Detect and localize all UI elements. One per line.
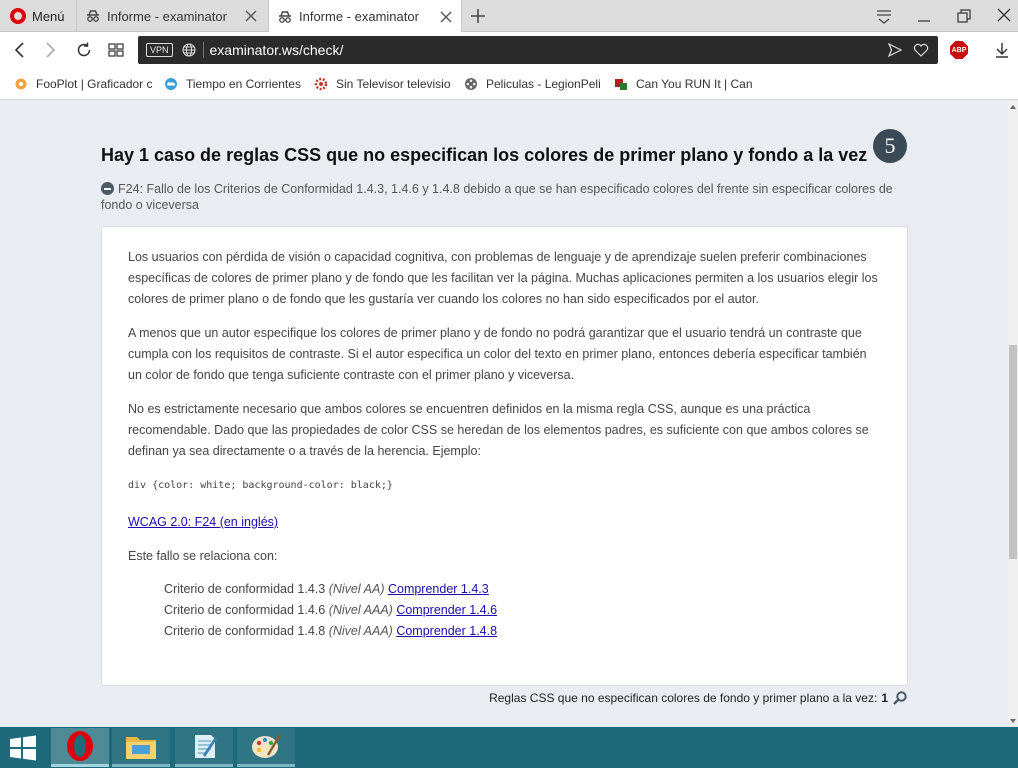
page-title: Hay 1 caso de reglas CSS que no especifi… (101, 145, 868, 165)
speed-dial-icon[interactable] (106, 40, 126, 60)
tab-informe-1[interactable]: Informe - examinator (76, 0, 266, 32)
back-icon[interactable] (10, 40, 30, 60)
url-separator (202, 42, 204, 58)
taskbar-paint[interactable] (237, 728, 295, 767)
wcag-link[interactable]: WCAG 2.0: F24 (en inglés) (128, 515, 278, 529)
restore-icon[interactable] (953, 6, 975, 26)
address-bar[interactable]: VPN examinator.ws/check/ (138, 36, 938, 64)
opera-menu-button[interactable]: Menú (0, 0, 74, 32)
tab-menu-icon[interactable] (873, 6, 895, 26)
adblock-plus-icon[interactable]: ABP (950, 41, 968, 59)
scrollbar-thumb[interactable] (1009, 345, 1017, 559)
incognito-icon (87, 10, 99, 22)
incognito-icon (279, 10, 291, 23)
fooplot-icon (15, 78, 27, 89)
failure-summary[interactable]: F24: Fallo de los Criterios de Conformid… (101, 181, 911, 213)
related-intro: Este fallo se relaciona con: (128, 549, 278, 563)
understand-link[interactable]: Comprender 1.4.6 (396, 603, 497, 617)
bookmark-tiempo[interactable]: Tiempo en Corrientes (164, 77, 314, 91)
heart-icon[interactable] (912, 41, 930, 59)
code-example: div {color: white; background-color: bla… (128, 480, 393, 491)
bookmark-label: Sin Televisor televisio (336, 76, 451, 91)
forward-icon[interactable] (40, 40, 60, 60)
url-input[interactable]: examinator.ws/check/ (210, 42, 886, 58)
tab-label: Informe - examinator (107, 8, 227, 24)
tab-label: Informe - examinator (299, 9, 419, 24)
list-item: Criterio de conformidad 1.4.3 (Nivel AA)… (164, 579, 881, 600)
tab-strip: Menú Informe - examinator Informe - exam… (0, 0, 1018, 33)
canyourunit-icon (615, 78, 627, 90)
send-icon[interactable] (886, 41, 904, 59)
list-item: Criterio de conformidad 1.4.8 (Nivel AAA… (164, 621, 881, 642)
details-card: Los usuarios con pérdida de visión o cap… (101, 226, 908, 686)
rule-count-summary: Reglas CSS que no especifican colores de… (400, 690, 908, 706)
criterion-text: Criterio de conformidad 1.4.6 (164, 603, 326, 617)
paragraph: No es estrictamente necesario que ambos … (128, 402, 869, 458)
gear-site-icon (314, 77, 328, 90)
understand-link[interactable]: Comprender 1.4.3 (388, 582, 489, 596)
page-viewport: Hay 1 caso de reglas CSS que no especifi… (0, 101, 1008, 727)
taskbar (0, 727, 1018, 768)
navigation-bar: VPN examinator.ws/check/ ABP (0, 32, 1018, 68)
close-tab-icon[interactable] (244, 9, 258, 23)
notepad-icon (195, 735, 217, 758)
vertical-scrollbar[interactable] (1008, 101, 1018, 727)
count-badge: 5 (873, 129, 907, 163)
scroll-down-icon[interactable] (1009, 717, 1017, 725)
opera-logo-icon (10, 8, 26, 24)
paint-palette-icon (252, 734, 282, 758)
criterion-text: Criterio de conformidad 1.4.8 (164, 624, 326, 638)
taskbar-notepad[interactable] (175, 728, 233, 767)
weather-icon (165, 77, 177, 90)
magnifier-icon[interactable] (892, 690, 908, 706)
minimize-icon[interactable] (913, 6, 935, 26)
opera-taskbar-icon (67, 731, 93, 761)
bookmark-label: FooPlot | Graficador c (36, 76, 153, 91)
criteria-list: Criterio de conformidad 1.4.3 (Nivel AA)… (128, 579, 881, 642)
globe-icon[interactable] (181, 42, 197, 58)
new-tab-icon[interactable] (468, 6, 488, 26)
menu-label: Menú (32, 8, 65, 24)
paragraph: Los usuarios con pérdida de visión o cap… (128, 250, 878, 306)
failure-text: F24: Fallo de los Criterios de Conformid… (101, 182, 893, 212)
tab-informe-2[interactable]: Informe - examinator (268, 0, 462, 33)
film-reel-icon (465, 77, 477, 90)
reload-icon[interactable] (74, 40, 94, 60)
criterion-text: Criterio de conformidad 1.4.3 (164, 582, 326, 596)
summary-count: 1 (881, 691, 888, 705)
bookmark-canyourunit[interactable]: Can You RUN It | Can (614, 77, 764, 91)
bookmarks-bar: FooPlot | Graficador c Tiempo en Corrien… (0, 68, 1018, 100)
criterion-level: (Nivel AAA) (328, 603, 393, 617)
bookmark-label: Tiempo en Corrientes (186, 76, 301, 91)
bookmark-fooplot[interactable]: FooPlot | Graficador c (14, 77, 164, 91)
close-window-icon[interactable] (993, 6, 1015, 26)
summary-label: Reglas CSS que no especifican colores de… (489, 691, 878, 705)
criterion-level: (Nivel AA) (328, 582, 385, 596)
bookmark-sin-televisor[interactable]: Sin Televisor televisio (314, 77, 464, 91)
close-tab-icon[interactable] (439, 10, 453, 24)
paragraph: A menos que un autor especifique los col… (128, 326, 867, 382)
taskbar-opera[interactable] (51, 728, 109, 767)
taskbar-file-explorer[interactable] (112, 728, 170, 767)
bookmark-label: Can You RUN It | Can (636, 76, 753, 91)
scroll-up-icon[interactable] (1009, 103, 1017, 111)
understand-link[interactable]: Comprender 1.4.8 (396, 624, 497, 638)
windows-start-icon[interactable] (8, 735, 38, 761)
bookmark-label: Peliculas - LegionPeli (486, 76, 601, 91)
vpn-badge[interactable]: VPN (146, 43, 173, 57)
collapse-icon[interactable] (101, 182, 114, 195)
list-item: Criterio de conformidad 1.4.6 (Nivel AAA… (164, 600, 881, 621)
criterion-level: (Nivel AAA) (328, 624, 393, 638)
download-icon[interactable] (992, 40, 1012, 60)
folder-icon (126, 737, 156, 759)
bookmark-peliculas[interactable]: Peliculas - LegionPeli (464, 77, 614, 91)
